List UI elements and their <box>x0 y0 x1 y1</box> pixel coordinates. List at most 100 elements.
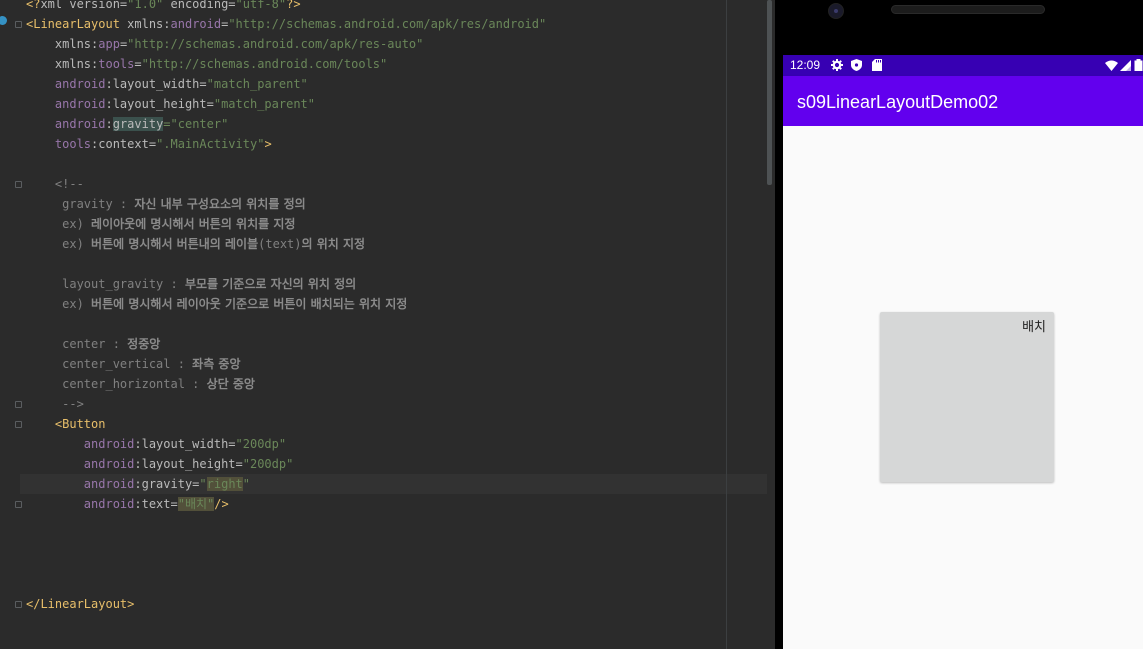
breakpoint-icon[interactable] <box>0 16 7 25</box>
code-token: "200dp" <box>235 437 287 451</box>
code-token: gravity <box>112 117 164 131</box>
battery-icon <box>1134 59 1143 71</box>
code-line[interactable]: center : 정중앙 <box>26 334 160 354</box>
code-token: > <box>264 137 272 151</box>
code-line[interactable]: layout_gravity : 부모를 기준으로 자신의 위치 정의 <box>26 274 356 294</box>
code-token: : <box>105 117 113 131</box>
fold-marker-icon[interactable] <box>15 421 22 428</box>
code-token: "match_parent" <box>213 97 316 111</box>
phone-bezel <box>783 0 1143 55</box>
code-token: android <box>26 117 106 131</box>
code-token: </LinearLayout> <box>26 597 135 611</box>
fold-marker-icon[interactable] <box>15 501 22 508</box>
code-line[interactable]: android:gravity="center" <box>26 114 228 134</box>
fold-marker-icon[interactable] <box>15 401 22 408</box>
code-token: xmlns: <box>26 57 99 71</box>
code-token: :layout_width= <box>134 437 236 451</box>
code-line[interactable]: android:text="배치"/> <box>26 494 229 514</box>
code-token: gravity : <box>26 197 135 211</box>
code-token: :context= <box>91 137 157 151</box>
code-token: center : <box>26 337 128 351</box>
code-token: layout_gravity : <box>26 277 185 291</box>
code-token: ".MainActivity" <box>156 137 265 151</box>
code-token: "http://schemas.android.com/apk/res-auto… <box>127 37 424 51</box>
code-token: 자신 내부 구성요소의 위치를 정의 <box>134 197 306 211</box>
code-line[interactable]: xmlns:app="http://schemas.android.com/ap… <box>26 34 424 54</box>
code-token: center_horizontal : <box>26 377 207 391</box>
code-editor[interactable]: <?xml version="1.0" encoding="utf-8"?> <L… <box>0 0 767 649</box>
code-token: :layout_width= <box>105 77 207 91</box>
code-line[interactable]: ex) 버튼에 명시해서 레이아웃 기준으로 버튼이 배치되는 위치 지정 <box>26 294 407 314</box>
editor-scrollbar-thumb[interactable] <box>767 0 772 185</box>
code-token: xml version= <box>40 0 128 11</box>
placement-button[interactable]: 배치 <box>880 312 1054 482</box>
code-token: tools <box>98 57 135 71</box>
code-token: :text= <box>134 497 178 511</box>
code-token: 버튼에 명시해서 레이아웃 기준으로 버튼이 배치되는 위치 지정 <box>91 297 408 311</box>
code-token: ex) <box>26 217 92 231</box>
code-token: 정중앙 <box>127 337 161 351</box>
code-token: = <box>134 57 142 71</box>
code-token: 상단 중앙 <box>206 377 255 391</box>
code-token: ="center" <box>163 117 229 131</box>
code-token: :layout_height= <box>134 457 243 471</box>
code-line[interactable]: center_vertical : 좌측 중앙 <box>26 354 240 374</box>
panel-separator <box>775 0 783 649</box>
code-token: xmlns: <box>26 37 99 51</box>
code-line[interactable]: android:layout_height="200dp" <box>26 454 294 474</box>
emulator-screen: 12:09 s09LinearLayoutDemo02 배치 <box>783 0 1143 649</box>
code-token: app <box>98 37 120 51</box>
code-token: "1.0" <box>127 0 164 11</box>
right-margin-guide <box>726 0 727 649</box>
code-token: "match_parent" <box>206 77 308 91</box>
app-bar: s09LinearLayoutDemo02 <box>783 76 1143 126</box>
camera-icon <box>828 3 844 19</box>
fold-marker-icon[interactable] <box>15 601 22 608</box>
code-line[interactable]: <?xml version="1.0" encoding="utf-8"?> <box>26 0 301 14</box>
editor-gutter[interactable] <box>0 0 20 649</box>
code-line[interactable]: --> <box>26 394 84 414</box>
code-token: 레이아웃에 명시해서 버튼의 위치를 지정 <box>91 217 296 231</box>
code-token: <? <box>26 0 41 11</box>
code-line[interactable]: ex) 버튼에 명시해서 버튼내의 레이블(text)의 위치 지정 <box>26 234 365 254</box>
code-token: android <box>26 97 106 111</box>
code-token: xmlns: <box>127 17 171 31</box>
code-token: <Button <box>26 417 106 431</box>
code-token: center_vertical : <box>26 357 193 371</box>
fold-marker-icon[interactable] <box>15 21 22 28</box>
shield-icon <box>851 59 862 71</box>
code-token: ex) <box>26 237 92 251</box>
code-line[interactable]: ex) 레이아웃에 명시해서 버튼의 위치를 지정 <box>26 214 295 234</box>
fold-marker-icon[interactable] <box>15 181 22 188</box>
linear-layout-content: 배치 <box>783 126 1143 649</box>
code-line[interactable]: gravity : 자신 내부 구성요소의 위치를 정의 <box>26 194 306 214</box>
code-token: 의 위치 지정 <box>301 237 366 251</box>
settings-icon <box>831 59 843 71</box>
code-line[interactable]: </LinearLayout> <box>26 594 134 614</box>
code-line[interactable]: center_horizontal : 상단 중앙 <box>26 374 255 394</box>
code-line[interactable]: <Button <box>26 414 106 434</box>
code-line[interactable]: <!-- <box>26 174 84 194</box>
app-title: s09LinearLayoutDemo02 <box>797 92 999 112</box>
code-line[interactable]: android:layout_width="200dp" <box>26 434 286 454</box>
code-token: :gravity= <box>134 477 200 491</box>
code-line[interactable]: xmlns:tools="http://schemas.android.com/… <box>26 54 387 74</box>
code-line[interactable]: <LinearLayout xmlns:android="http://sche… <box>26 14 546 34</box>
code-line[interactable]: android:layout_width="match_parent" <box>26 74 308 94</box>
code-line[interactable]: tools:context=".MainActivity"> <box>26 134 272 154</box>
code-line[interactable]: android:gravity="right" <box>26 474 250 494</box>
status-time: 12:09 <box>790 58 821 72</box>
code-token: "http://schemas.android.com/tools" <box>141 57 388 71</box>
code-token: " <box>242 477 250 491</box>
code-token: tools <box>26 137 92 151</box>
signal-icon <box>1120 59 1131 71</box>
code-token: /> <box>214 497 229 511</box>
code-token: 부모를 기준으로 자신의 위치 정의 <box>184 277 357 291</box>
status-bar: 12:09 <box>783 55 1143 76</box>
code-token: encoding= <box>163 0 236 11</box>
code-line[interactable]: android:layout_height="match_parent" <box>26 94 315 114</box>
code-token: <LinearLayout <box>26 17 128 31</box>
code-token: --> <box>26 397 84 411</box>
code-token: 버튼에 명시해서 버튼내의 레이블 <box>91 237 259 251</box>
code-token: :layout_height= <box>105 97 214 111</box>
